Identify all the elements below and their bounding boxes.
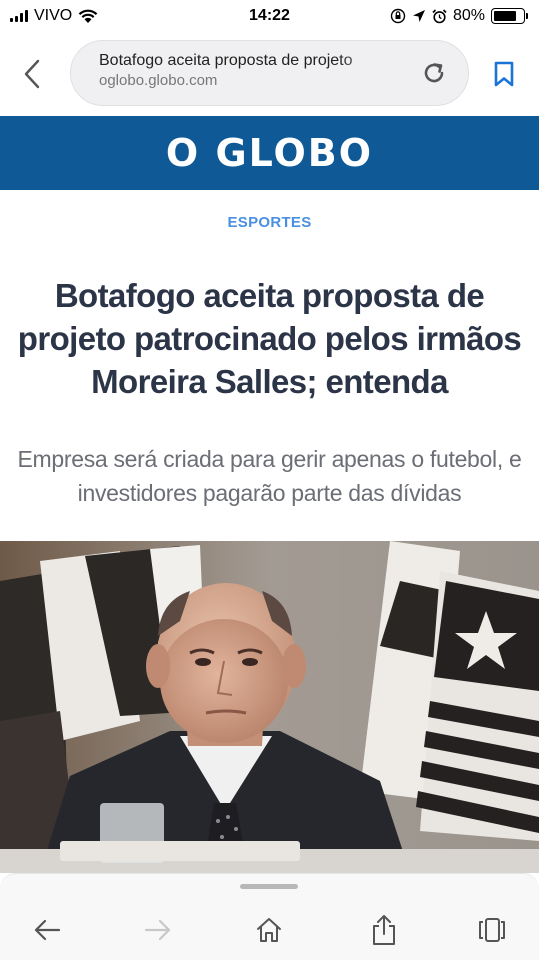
location-icon	[412, 10, 425, 22]
alarm-icon	[432, 8, 447, 23]
status-left: VIVO	[10, 7, 98, 25]
reload-button[interactable]	[420, 59, 448, 87]
share-icon	[373, 915, 395, 945]
forward-arrow-icon	[144, 919, 171, 941]
home-button[interactable]	[247, 912, 291, 948]
browser-toolbar: Botafogo aceita proposta de projeto oglo…	[0, 32, 539, 116]
bookmark-icon	[494, 61, 514, 87]
drag-handle[interactable]	[240, 884, 298, 889]
back-nav-button[interactable]	[25, 912, 69, 948]
home-icon	[257, 918, 281, 942]
tabs-icon	[479, 918, 505, 942]
page-host: oglobo.globo.com	[99, 72, 218, 89]
share-button[interactable]	[362, 912, 406, 948]
status-bar: VIVO 14:22 80%	[0, 0, 539, 32]
site-logo[interactable]: O GLOBO	[166, 131, 373, 175]
signal-icon	[10, 10, 28, 22]
battery-icon	[491, 8, 528, 24]
browser-bottom-toolbar	[0, 873, 539, 960]
back-arrow-icon	[34, 919, 61, 941]
article-photo	[0, 541, 539, 873]
article-subheadline: Empresa será criada para gerir apenas o …	[17, 446, 522, 506]
status-right: 80%	[390, 7, 528, 25]
carrier-label: VIVO	[34, 7, 73, 24]
reload-icon	[424, 63, 444, 83]
page-title: Botafogo aceita proposta de projeto	[99, 52, 353, 69]
masthead: O GLOBO	[0, 116, 539, 190]
orientation-lock-icon	[390, 8, 406, 24]
tabs-button[interactable]	[470, 912, 514, 948]
forward-nav-button[interactable]	[136, 912, 180, 948]
article-headline: Botafogo aceita proposta de projeto patr…	[17, 277, 522, 400]
bookmark-button[interactable]	[487, 54, 521, 94]
section-label[interactable]: ESPORTES	[0, 214, 539, 231]
back-icon	[24, 59, 40, 89]
address-bar[interactable]: Botafogo aceita proposta de projeto oglo…	[70, 40, 469, 106]
battery-percent: 80%	[452, 7, 485, 24]
wifi-icon	[78, 9, 98, 23]
back-button[interactable]	[0, 32, 64, 116]
